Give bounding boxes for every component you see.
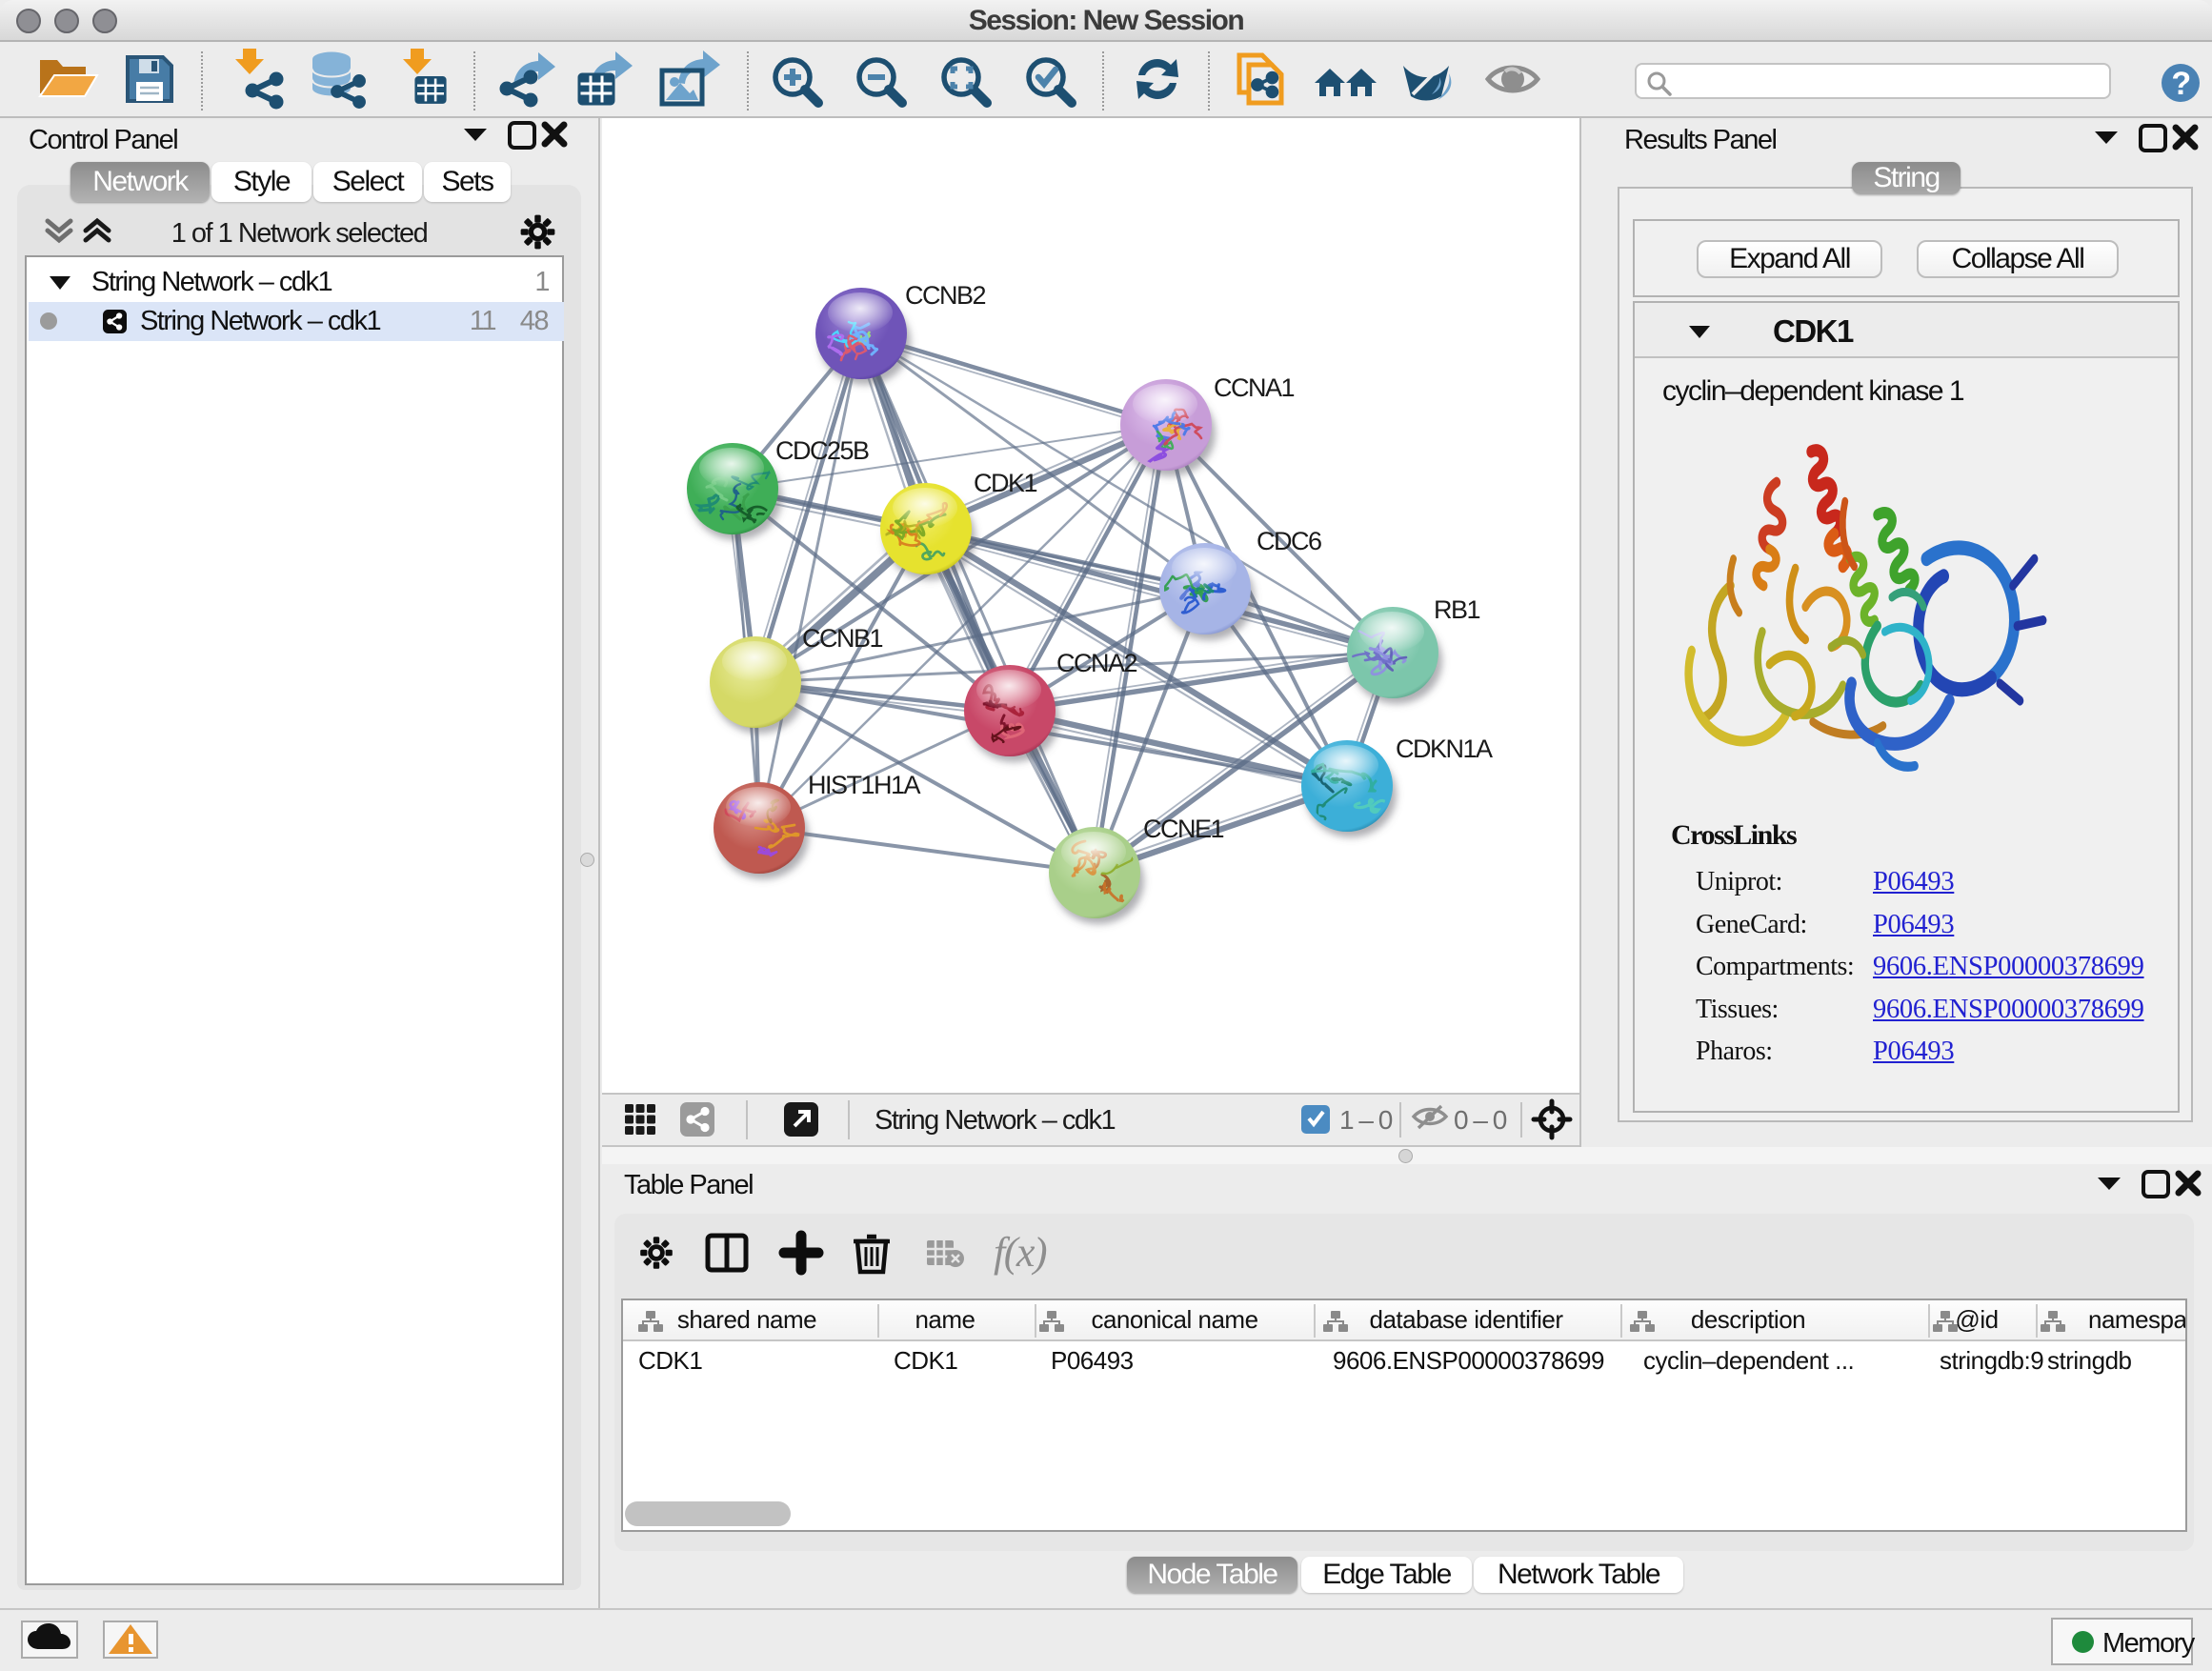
svg-text:HIST1H1A: HIST1H1A [808, 771, 921, 799]
svg-text:0 – 0: 0 – 0 [1454, 1105, 1507, 1135]
svg-text:String Network – cdk1: String Network – cdk1 [875, 1105, 1116, 1136]
svg-text:CCNB1: CCNB1 [802, 624, 883, 653]
svg-text:?: ? [2171, 66, 2189, 102]
svg-text:CDC6: CDC6 [1257, 527, 1321, 555]
svg-text:CDK1: CDK1 [974, 469, 1037, 497]
svg-text:1 – 0: 1 – 0 [1339, 1105, 1393, 1135]
svg-text:CCNA1: CCNA1 [1214, 373, 1295, 402]
svg-text:CDC25B: CDC25B [775, 436, 869, 465]
svg-text:CCNA2: CCNA2 [1056, 649, 1137, 677]
svg-text:RB1: RB1 [1434, 595, 1480, 624]
svg-text:CCNE1: CCNE1 [1143, 815, 1224, 843]
svg-text:CCNB2: CCNB2 [905, 281, 986, 310]
svg-text:f(x): f(x) [994, 1229, 1047, 1276]
svg-text:CDKN1A: CDKN1A [1396, 735, 1493, 763]
